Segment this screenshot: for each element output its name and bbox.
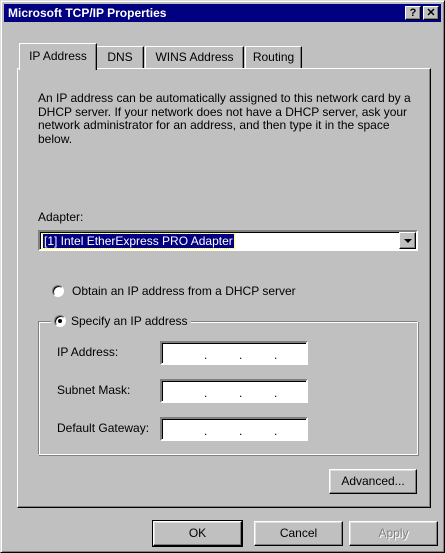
adapter-selected-value: [1] Intel EtherExpress PRO Adapter — [42, 233, 235, 249]
obtain-dhcp-label[interactable]: Obtain an IP address from a DHCP server — [72, 284, 296, 298]
ip-address-field[interactable]: . . . — [160, 341, 308, 365]
tab-wins-address[interactable]: WINS Address — [145, 46, 244, 68]
ip-dot: . — [239, 424, 243, 438]
close-button[interactable]: ✕ — [423, 6, 439, 20]
window-title: Microsoft TCP/IP Properties — [8, 6, 167, 20]
adapter-label: Adapter: — [38, 210, 84, 224]
advanced-button[interactable]: Advanced... — [329, 469, 417, 494]
adapter-dropdown[interactable]: [1] Intel EtherExpress PRO Adapter — [38, 230, 418, 251]
ip-dot: . — [204, 348, 208, 362]
specify-ip-label[interactable]: Specify an IP address — [71, 314, 188, 328]
help-button[interactable]: ? — [405, 6, 421, 20]
advanced-button-label: Advanced... — [341, 474, 405, 488]
help-icon: ? — [409, 7, 417, 19]
apply-button[interactable]: Apply — [349, 521, 438, 546]
ip-dot: . — [274, 386, 278, 400]
specify-ip-radio[interactable] — [54, 315, 66, 327]
chevron-down-icon[interactable] — [399, 232, 416, 249]
obtain-dhcp-radio[interactable] — [52, 285, 64, 297]
ip-dot: . — [274, 348, 278, 362]
ip-dot: . — [239, 386, 243, 400]
tab-label: WINS Address — [155, 50, 234, 64]
ip-address-label: IP Address: — [57, 345, 119, 359]
title-bar[interactable]: Microsoft TCP/IP Properties ? ✕ — [4, 4, 441, 22]
tab-label: IP Address — [29, 49, 87, 63]
subnet-mask-field[interactable]: . . . — [160, 379, 308, 403]
ok-button[interactable]: OK — [152, 520, 243, 547]
tab-ip-address[interactable]: IP Address — [19, 43, 97, 70]
tab-label: DNS — [107, 50, 133, 64]
description-text: An IP address can be automatically assig… — [38, 91, 411, 146]
tab-dns[interactable]: DNS — [96, 46, 144, 68]
ok-button-label: OK — [188, 526, 207, 540]
tcpip-properties-dialog: Microsoft TCP/IP Properties ? ✕ IP Addre… — [0, 0, 445, 553]
tab-label: Routing — [252, 50, 295, 64]
cancel-button-label: Cancel — [279, 526, 318, 540]
ip-dot: . — [274, 424, 278, 438]
ip-dot: . — [204, 386, 208, 400]
specify-ip-legend: Specify an IP address — [51, 313, 191, 329]
close-icon: ✕ — [426, 7, 436, 19]
cancel-button[interactable]: Cancel — [254, 521, 343, 546]
subnet-mask-label: Subnet Mask: — [57, 383, 131, 397]
default-gateway-label: Default Gateway: — [57, 421, 150, 435]
ip-dot: . — [204, 424, 208, 438]
apply-button-label: Apply — [378, 526, 409, 540]
default-gateway-field[interactable]: . . . — [160, 417, 308, 441]
tab-routing[interactable]: Routing — [245, 46, 302, 68]
ip-dot: . — [239, 348, 243, 362]
